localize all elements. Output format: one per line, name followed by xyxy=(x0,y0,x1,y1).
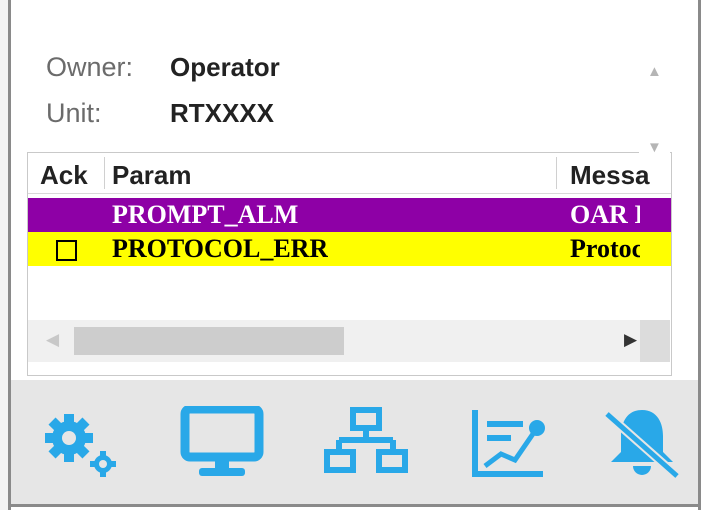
column-header-param[interactable]: Param xyxy=(112,160,542,191)
window-border-bottom xyxy=(8,504,701,507)
column-divider[interactable] xyxy=(104,157,105,189)
column-header-ack[interactable]: Ack xyxy=(40,160,98,191)
unit-value: RTXXXX xyxy=(170,98,275,128)
scrollbar-corner xyxy=(640,320,670,362)
scroll-right-icon[interactable]: ▶ xyxy=(624,330,637,350)
unit-label: Unit: xyxy=(46,98,102,128)
table-row[interactable]: PROMPT_ALM OAR I xyxy=(28,198,671,232)
bell-mute-icon[interactable] xyxy=(599,406,685,480)
owner-value: Operator xyxy=(170,52,280,82)
owner-row: Owner: Operator xyxy=(46,52,280,83)
settings-icon[interactable] xyxy=(39,406,125,478)
scroll-up-icon[interactable]: ▲ xyxy=(647,63,662,80)
message-cell: Protoc xyxy=(570,234,640,263)
ack-checkbox[interactable] xyxy=(56,240,77,261)
monitor-icon[interactable] xyxy=(179,404,265,478)
scroll-left-icon[interactable]: ◀ xyxy=(46,330,59,350)
horizontal-scrollbar[interactable]: ◀ ▶ xyxy=(28,320,640,362)
toolbar xyxy=(11,380,698,504)
trend-icon[interactable] xyxy=(467,406,553,478)
param-cell: PROTOCOL_ERR xyxy=(112,234,329,263)
param-cell: PROMPT_ALM xyxy=(112,200,299,229)
vertical-scrollbar[interactable]: ▲ ▼ xyxy=(639,45,670,165)
network-icon[interactable] xyxy=(323,406,409,478)
scrollbar-thumb[interactable] xyxy=(74,327,344,355)
scroll-down-icon[interactable]: ▼ xyxy=(647,139,662,156)
table-header: Ack Param Messa xyxy=(28,153,671,194)
window-border-right xyxy=(698,0,701,510)
table-row[interactable]: PROTOCOL_ERR Protoc xyxy=(28,232,671,266)
owner-label: Owner: xyxy=(46,52,134,82)
column-divider[interactable] xyxy=(556,157,557,189)
message-cell: OAR I xyxy=(570,200,640,229)
unit-row: Unit: RTXXXX xyxy=(46,98,274,129)
